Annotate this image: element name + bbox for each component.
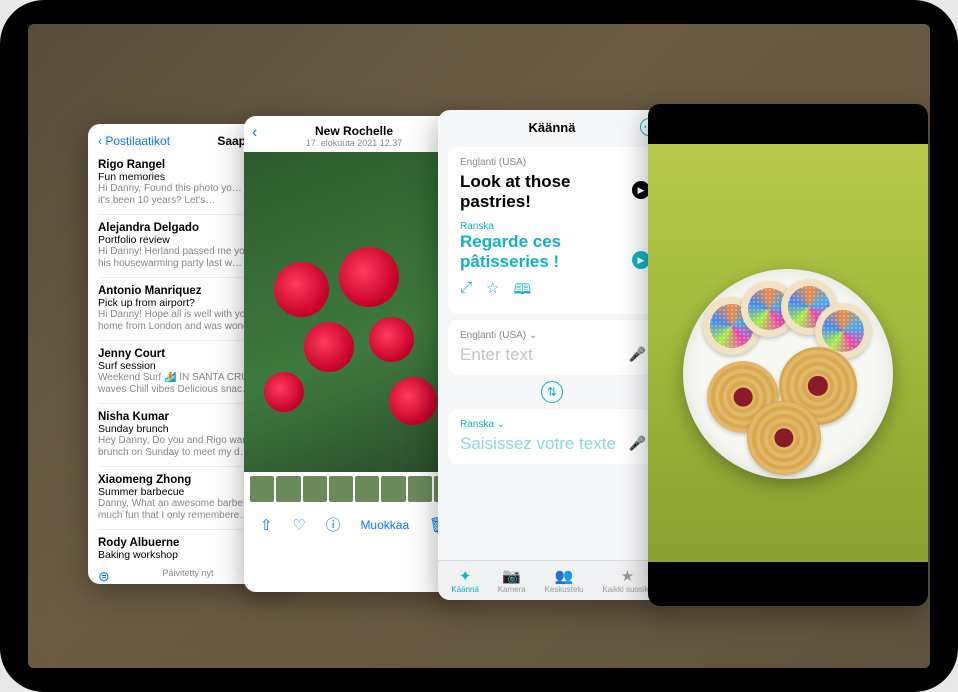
share-icon[interactable]: ⇧ — [260, 516, 273, 534]
mic-icon[interactable]: 🎤 — [629, 435, 646, 452]
plate-illustration — [683, 269, 893, 479]
target-input-card[interactable]: Ranska ⌄ Saisissez votre texte 🎤 — [448, 409, 656, 464]
photo-date: 17. elokuuta 2021 12.37 — [250, 138, 458, 148]
photo-location-title: New Rochelle — [250, 124, 458, 138]
note-image[interactable] — [648, 144, 928, 562]
target-text: Regarde ces pâtisseries ! — [460, 232, 644, 271]
favorite-icon[interactable]: ☆ — [486, 279, 499, 304]
source-lang-label: Englanti (USA) — [460, 157, 644, 168]
translation-result-card: Englanti (USA) Look at those pastries! ▶… — [448, 147, 656, 314]
target-input-placeholder: Saisissez votre texte — [460, 434, 644, 454]
app-card-translate[interactable]: ⧉ Käännä Käännä ⋯ Englanti (USA) Look at… — [438, 110, 666, 600]
ipad-screen: ✉︎ Mail Saapuneet ‹ Postilaatikot Saapun… — [28, 24, 930, 668]
filter-icon[interactable]: ⊜ — [98, 568, 110, 584]
tab-favorites[interactable]: ★Kaikki suosikit — [602, 567, 652, 594]
app-card-photos[interactable]: Kuvat ‹ New Rochelle 17. elokuuta 2021 1… — [244, 116, 464, 592]
ipad-frame: ✉︎ Mail Saapuneet ‹ Postilaatikot Saapun… — [0, 0, 958, 692]
tab-camera[interactable]: 📷Kamera — [498, 567, 526, 594]
dictionary-icon[interactable]: 🕮 — [513, 279, 531, 304]
tab-translate[interactable]: ✦Käännä — [451, 567, 479, 594]
input-source-lang[interactable]: Englanti (USA) ⌄ — [460, 330, 644, 341]
info-icon[interactable]: ⓘ — [326, 514, 341, 535]
tab-conversation[interactable]: 👥Keskustelu — [544, 567, 583, 594]
photos-back-button[interactable]: ‹ — [252, 124, 257, 142]
mail-back-label: Postilaatikot — [105, 134, 170, 148]
edit-button[interactable]: Muokkaa — [360, 518, 409, 532]
translate-title: Käännä — [529, 120, 576, 135]
favorite-icon[interactable]: ♡ — [292, 516, 305, 534]
source-input-card[interactable]: Englanti (USA) ⌄ Enter text 🎤 — [448, 320, 656, 375]
target-lang-label: Ranska — [460, 221, 644, 232]
app-switcher[interactable]: ✉︎ Mail Saapuneet ‹ Postilaatikot Saapun… — [28, 24, 930, 668]
photo-viewer[interactable] — [244, 152, 464, 472]
source-text: Look at those pastries! — [460, 172, 644, 211]
input-target-lang[interactable]: Ranska ⌄ — [460, 419, 644, 430]
expand-icon[interactable]: ⤢ — [460, 279, 472, 304]
mic-icon[interactable]: 🎤 — [629, 346, 646, 363]
translate-tab-bar: ✦Käännä 📷Kamera 👥Keskustelu ★Kaikki suos… — [438, 560, 666, 600]
swap-languages-button[interactable]: ⇅ — [438, 381, 666, 403]
app-card-notes[interactable]: Muistiinpanot Baking Inspiration — [648, 104, 928, 606]
photo-thumbnail-strip[interactable] — [244, 472, 464, 506]
mail-back-button[interactable]: ‹ Postilaatikot — [98, 134, 170, 148]
mail-updated-label: Päivitetty nyt — [162, 568, 213, 578]
source-input-placeholder: Enter text — [460, 345, 644, 365]
